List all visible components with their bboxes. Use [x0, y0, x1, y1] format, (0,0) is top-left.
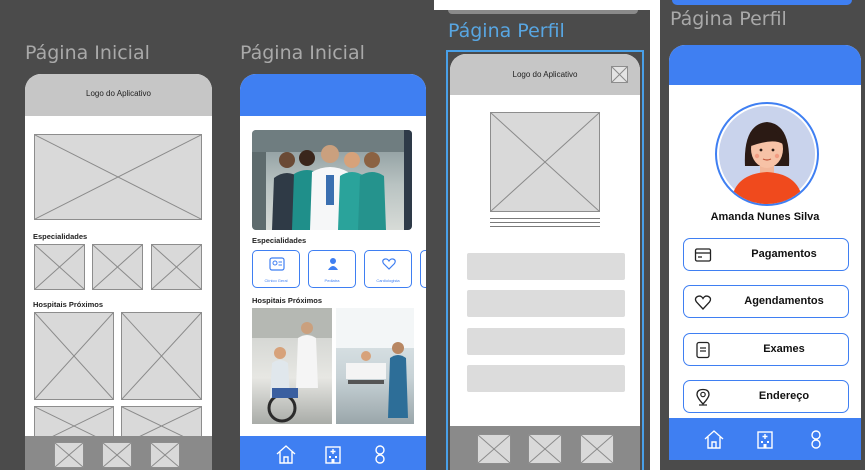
specialty-card-partial[interactable]: [420, 250, 426, 288]
top-stub: [448, 10, 638, 14]
nav-placeholder[interactable]: [102, 442, 132, 468]
wallet-icon: [694, 248, 712, 262]
nav-placeholder[interactable]: [528, 434, 562, 464]
phone-wire-profile: Logo do Aplicativo: [450, 54, 640, 470]
logo-text: Logo do Aplicativo: [86, 89, 151, 98]
menu-button-payments[interactable]: Pagamentos: [683, 238, 849, 271]
hospital-placeholder[interactable]: [121, 312, 202, 400]
nav-placeholder[interactable]: [150, 442, 180, 468]
specialty-label: Pediatra: [324, 278, 340, 283]
menu-button-label: Exames: [763, 343, 805, 355]
baby-icon: [328, 258, 338, 270]
menu-placeholder[interactable]: [467, 365, 625, 392]
specialty-label: Clínico Geral: [264, 278, 288, 283]
avatar[interactable]: [715, 102, 819, 206]
panel-hifi-home: Página Inicial Especialidades Clínico Ge…: [228, 0, 434, 470]
menu-button-address[interactable]: Endereço: [683, 380, 849, 413]
location-icon: [696, 388, 710, 406]
hospital-image[interactable]: [252, 308, 332, 424]
home-icon[interactable]: [703, 428, 725, 450]
specialty-card-pediatra[interactable]: Pediatra: [308, 250, 356, 288]
profile-icon[interactable]: [805, 428, 827, 450]
phone-wire-home: Logo do Aplicativo Especialidades Hospit…: [25, 74, 212, 470]
hospital-icon[interactable]: [754, 428, 776, 450]
user-name: Amanda Nunes Silva: [710, 211, 820, 223]
avatar-placeholder: [490, 112, 600, 212]
phone-hifi-profile: Amanda Nunes Silva Pagamentos Agendament…: [669, 45, 861, 460]
specialty-label: Cardiologista: [376, 278, 400, 283]
panel-wire-profile: Página Perfil Logo do Aplicativo: [434, 10, 650, 470]
name-line: [490, 222, 600, 223]
app-header: [240, 74, 426, 116]
specialties-label: Especialidades: [33, 232, 88, 241]
bottom-nav: [25, 436, 212, 470]
specialty-card-general[interactable]: Clínico Geral: [252, 250, 300, 288]
name-line: [490, 226, 600, 227]
page-title: Página Inicial: [240, 42, 365, 64]
close-placeholder[interactable]: [611, 66, 628, 83]
nav-placeholder[interactable]: [54, 442, 84, 468]
specialty-placeholder[interactable]: [151, 244, 202, 290]
bottom-nav: [669, 418, 861, 460]
menu-placeholder[interactable]: [467, 253, 625, 280]
app-header: Logo do Aplicativo: [450, 54, 640, 95]
name-line: [490, 218, 600, 219]
id-card-icon: [269, 257, 285, 271]
page-title: Página Perfil: [670, 8, 787, 30]
app-header: Logo do Aplicativo: [25, 74, 212, 116]
panel-wire-home: Página Inicial Logo do Aplicativo Especi…: [0, 0, 228, 470]
page-title: Página Inicial: [25, 42, 150, 64]
nav-placeholder[interactable]: [477, 434, 511, 464]
specialty-placeholder[interactable]: [92, 244, 143, 290]
menu-placeholder[interactable]: [467, 328, 625, 355]
page-title: Página Perfil: [448, 20, 565, 42]
menu-button-label: Pagamentos: [751, 248, 817, 260]
document-icon: [696, 341, 710, 359]
banner-placeholder: [34, 134, 202, 220]
menu-button-appointments[interactable]: Agendamentos: [683, 285, 849, 318]
doctors-banner-image[interactable]: [252, 130, 412, 230]
hospital-image[interactable]: [336, 308, 414, 424]
menu-placeholder[interactable]: [467, 290, 625, 317]
bottom-nav: [450, 426, 640, 470]
menu-button-label: Agendamentos: [744, 295, 824, 307]
hospitals-label: Hospitais Próximos: [252, 296, 323, 305]
hospitals-label: Hospitais Próximos: [33, 300, 104, 309]
hospital-placeholder[interactable]: [34, 312, 114, 400]
specialty-placeholder[interactable]: [34, 244, 85, 290]
specialty-card-cardiologista[interactable]: Cardiologista: [364, 250, 412, 288]
bottom-nav: [240, 436, 426, 470]
heart-icon: [694, 295, 712, 310]
home-icon[interactable]: [275, 443, 297, 465]
hospital-icon[interactable]: [322, 443, 344, 465]
top-stub: [672, 0, 852, 5]
profile-icon[interactable]: [369, 443, 391, 465]
heart-hand-icon: [382, 258, 396, 270]
menu-button-label: Endereço: [758, 390, 810, 402]
panel-hifi-profile: Página Perfil Amanda Nunes Silva Pagamen…: [660, 0, 865, 470]
menu-button-exams[interactable]: Exames: [683, 333, 849, 366]
app-header: [669, 45, 861, 85]
nav-placeholder[interactable]: [580, 434, 614, 464]
phone-hifi-home: Especialidades Clínico Geral Pediatra Ca…: [240, 74, 426, 470]
specialties-row: Clínico Geral Pediatra Cardiologista: [240, 240, 426, 298]
